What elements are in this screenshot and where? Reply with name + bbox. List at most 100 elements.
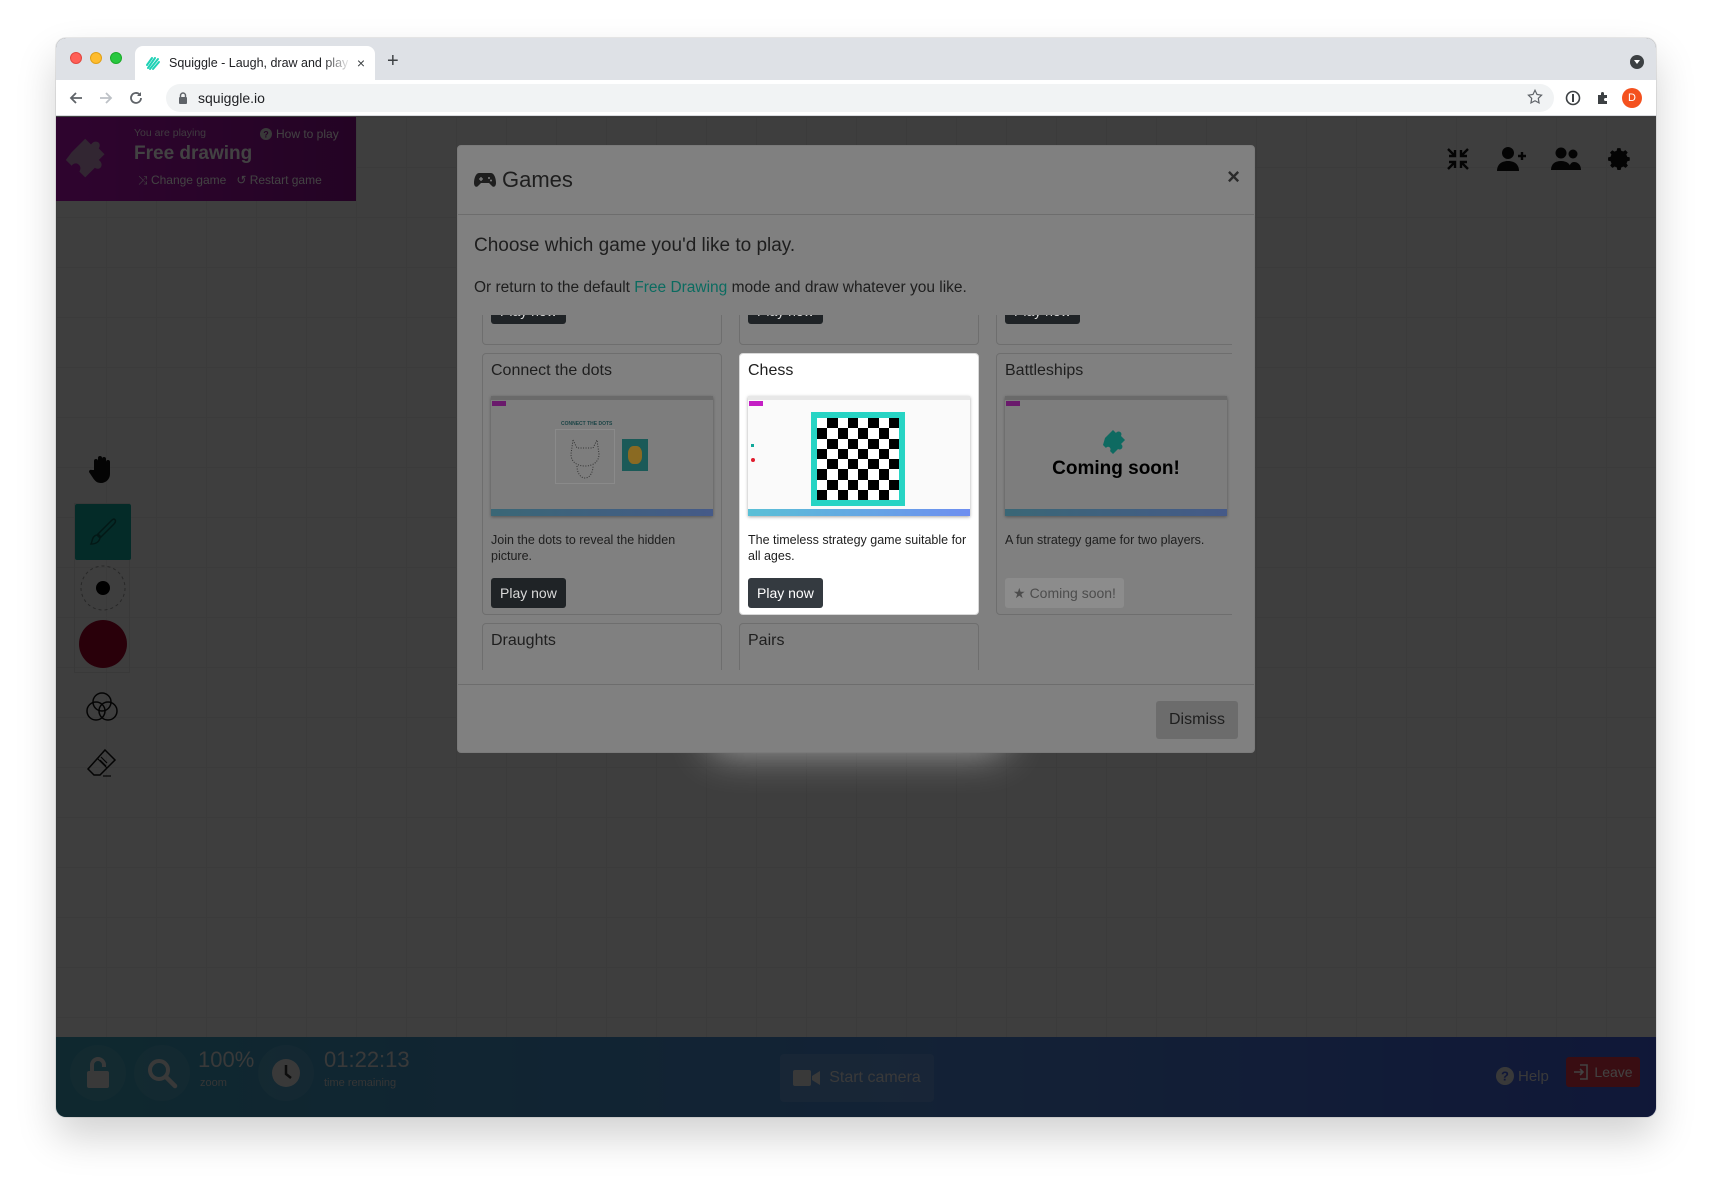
chess-square	[827, 438, 838, 449]
play-now-button[interactable]: Play now	[491, 315, 566, 324]
chess-square	[858, 438, 869, 449]
chess-square	[837, 438, 848, 449]
gamepad-icon	[474, 173, 496, 187]
squiggle-favicon-icon	[146, 57, 160, 70]
chess-square	[888, 438, 899, 449]
game-card: Play now	[739, 315, 979, 345]
tab-close-icon[interactable]: ×	[357, 55, 365, 71]
chess-square	[868, 489, 879, 500]
chess-square	[858, 428, 869, 439]
coming-soon-label: Coming soon!	[1029, 585, 1116, 601]
browser-toolbar: squiggle.io D	[56, 80, 1656, 116]
reload-icon	[130, 92, 142, 104]
chess-square	[817, 469, 828, 480]
chess-square	[878, 459, 889, 470]
chess-square	[888, 428, 899, 439]
chess-square	[847, 438, 858, 449]
chess-square	[858, 448, 869, 459]
tab-title: Squiggle - Laugh, draw and play together	[169, 56, 351, 70]
play-now-button[interactable]: Play now	[1005, 315, 1080, 324]
modal-header: Games ×	[458, 146, 1254, 215]
play-now-button[interactable]: Play now	[748, 315, 823, 324]
chess-square	[888, 489, 899, 500]
game-description: The timeless strategy game suitable for …	[748, 533, 967, 563]
chess-square	[827, 418, 838, 429]
new-tab-button[interactable]: +	[387, 50, 399, 73]
chess-square	[827, 469, 838, 480]
game-title: Connect the dots	[491, 362, 612, 379]
chess-square	[878, 469, 889, 480]
chess-square	[837, 489, 848, 500]
chess-square	[888, 418, 899, 429]
chess-square	[817, 459, 828, 470]
game-description: A fun strategy game for two players.	[1005, 533, 1205, 547]
chess-square	[847, 428, 858, 439]
chess-square	[837, 418, 848, 429]
chess-square	[878, 418, 889, 429]
chess-square	[858, 489, 869, 500]
maximize-window-button[interactable]	[110, 52, 122, 64]
sub-text-before: Or return to the default	[474, 279, 635, 296]
game-thumbnail: CONNECT THE DOTS	[491, 396, 713, 516]
star-icon: ★	[1013, 584, 1026, 601]
chess-square	[878, 448, 889, 459]
browser-tab[interactable]: Squiggle - Laugh, draw and play together…	[135, 46, 375, 80]
chess-square	[858, 479, 869, 490]
chess-square	[827, 428, 838, 439]
game-title: Pairs	[748, 632, 785, 649]
modal-lead-text: Choose which game you'd like to play.	[474, 235, 796, 256]
chess-square	[878, 489, 889, 500]
modal-body: Choose which game you'd like to play. Or…	[458, 215, 1254, 685]
chess-square	[827, 479, 838, 490]
chess-square	[817, 479, 828, 490]
games-modal: Games × Choose which game you'd like to …	[457, 145, 1255, 753]
browser-menu-icon[interactable]	[1650, 86, 1656, 110]
game-thumbnail	[748, 396, 970, 516]
games-list[interactable]: Play now Play now Play now Connect the d…	[482, 315, 1232, 670]
chess-square	[847, 418, 858, 429]
profile-button[interactable]: D	[1620, 86, 1644, 110]
minimize-window-button[interactable]	[90, 52, 102, 64]
game-card-draughts: Draughts	[482, 623, 722, 670]
chess-square	[888, 469, 899, 480]
tab-search-icon[interactable]	[1630, 55, 1644, 69]
back-button[interactable]	[64, 86, 88, 110]
extensions-icon[interactable]	[1591, 86, 1615, 110]
address-bar[interactable]: squiggle.io	[166, 84, 1554, 112]
chess-square	[878, 438, 889, 449]
url-text: squiggle.io	[198, 90, 265, 106]
chess-square	[878, 479, 889, 490]
chess-square	[847, 448, 858, 459]
free-drawing-link[interactable]: Free Drawing	[634, 279, 727, 296]
dismiss-button[interactable]: Dismiss	[1156, 701, 1238, 739]
chess-square	[858, 469, 869, 480]
chess-square	[858, 459, 869, 470]
sub-text-after: mode and draw whatever you like.	[727, 279, 967, 296]
game-card-connect-the-dots: Connect the dots CONNECT THE DOTS Join t…	[482, 353, 722, 615]
bookmark-star-icon[interactable]	[1526, 88, 1544, 106]
modal-title: Games	[502, 167, 573, 192]
chess-square	[847, 459, 858, 470]
game-card-pairs: Pairs	[739, 623, 979, 670]
chess-square	[847, 469, 858, 480]
profile-avatar: D	[1622, 88, 1642, 108]
game-card-chess: Chess The timeless strategy game suitabl…	[739, 353, 979, 615]
chess-square	[827, 489, 838, 500]
play-now-button[interactable]: Play now	[491, 578, 566, 608]
chess-square	[868, 459, 879, 470]
game-description: Join the dots to reveal the hidden pictu…	[491, 533, 676, 563]
game-thumbnail: Coming soon!	[1005, 396, 1227, 516]
modal-footer: Dismiss	[458, 684, 1254, 752]
chess-square	[868, 438, 879, 449]
password-manager-icon[interactable]	[1561, 86, 1585, 110]
chess-square	[817, 448, 828, 459]
reload-button[interactable]	[124, 86, 148, 110]
close-window-button[interactable]	[70, 52, 82, 64]
forward-button[interactable]	[94, 86, 118, 110]
game-card: Play now	[482, 315, 722, 345]
chess-square	[878, 428, 889, 439]
play-now-button[interactable]: Play now	[748, 578, 823, 608]
game-title: Battleships	[1005, 362, 1084, 379]
chess-square	[827, 448, 838, 459]
modal-close-button[interactable]: ×	[1227, 164, 1240, 190]
